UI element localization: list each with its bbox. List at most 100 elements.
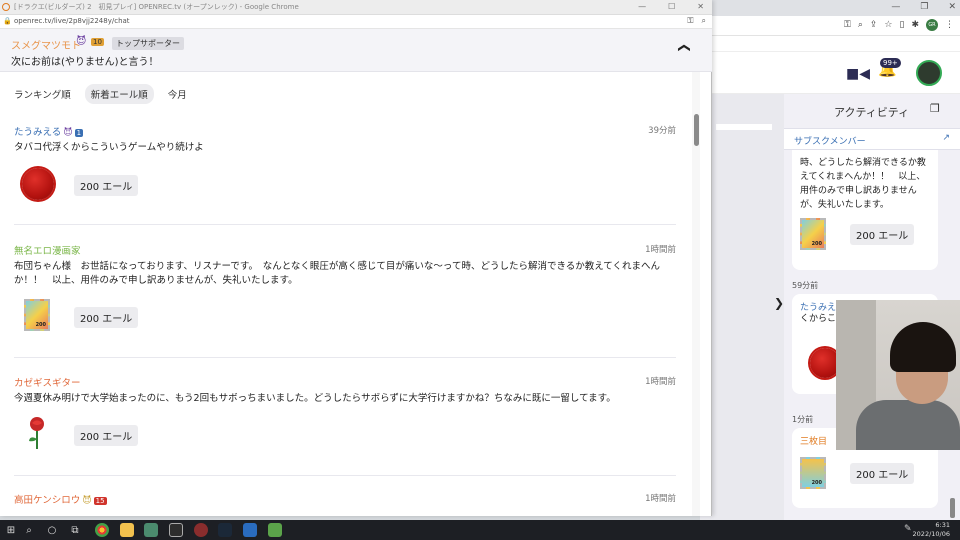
- user-avatar[interactable]: [916, 60, 942, 86]
- entry-username[interactable]: カゼギスギター: [14, 375, 81, 389]
- stamp-icon: 200: [24, 299, 50, 331]
- game-taskbar-icon[interactable]: [268, 523, 282, 537]
- entry-username-text: 高田ケンシロウ: [14, 495, 81, 506]
- popup-maximize-button[interactable]: ☐: [668, 2, 675, 11]
- pinned-level-badge: 10: [91, 38, 104, 46]
- notification-button[interactable]: 🔔 99+: [878, 58, 901, 78]
- search-icon[interactable]: ⌕: [22, 523, 36, 537]
- external-link-icon: ↗: [942, 133, 950, 143]
- entry-username[interactable]: 無名エロ漫画家: [14, 243, 81, 257]
- extension-icon[interactable]: ✱: [911, 20, 919, 30]
- gift-stamp: 200: [800, 218, 826, 250]
- divider: [716, 124, 772, 130]
- devil-badge-icon: 😈: [63, 127, 73, 138]
- popup-window-title: [ドラクエ(ビルダーズ) 2 初見プレイ] OPENREC.tv (オープンレッ…: [14, 3, 299, 11]
- bg-titlebar: — ❐ ✕: [700, 0, 960, 16]
- entry-text: タバコ代浮くからこういうゲームやり続けよ: [14, 142, 204, 153]
- notification-count-badge: 99+: [880, 58, 901, 68]
- site-header: ■◀ 🔔 99+: [700, 52, 960, 94]
- chrome-taskbar-icon[interactable]: [95, 523, 109, 537]
- popup-minimize-button[interactable]: —: [638, 2, 646, 11]
- popup-close-button[interactable]: ✕: [697, 2, 704, 11]
- rose-icon: [29, 417, 44, 449]
- app-taskbar-icon[interactable]: [243, 523, 257, 537]
- entry-level-badge: 15: [93, 496, 107, 505]
- steam-taskbar-icon[interactable]: [218, 523, 232, 537]
- popup-url-icons: ⚿ ⌕: [687, 16, 706, 26]
- menu-kebab-icon[interactable]: ⋮: [945, 20, 954, 30]
- gift-amount: 200 エール: [850, 223, 915, 245]
- stamp-icon: 200: [800, 218, 826, 250]
- activity-gift: 200 200 エール: [800, 218, 930, 250]
- webcam-overlay: [836, 300, 960, 450]
- popout-icon[interactable]: ❐: [930, 102, 940, 115]
- clock-date: 2022/10/06: [912, 530, 950, 538]
- top-supporter-badge: トップサポーター: [112, 37, 184, 50]
- stamp-value: 200: [811, 480, 822, 486]
- scrollbar-thumb[interactable]: [694, 114, 699, 146]
- bg-toolbar: ⚿ ⌕ ⇪ ☆ ▯ ✱ GR ⋮: [700, 16, 960, 36]
- sort-tabs: ランキング順 新着エール順 今月: [8, 84, 193, 104]
- entry-text: 今週夏休み明けで大学始まったのに、もう2回もサボっちまいました。どうしたらサボら…: [14, 393, 616, 404]
- gift-amount: 200 エール: [850, 462, 915, 484]
- entry-username[interactable]: 高田ケンシロウ 😈 15: [14, 492, 107, 506]
- webcam-person-body: [856, 400, 960, 450]
- tab-ranking[interactable]: ランキング順: [8, 84, 77, 104]
- bg-toolbar-icons: ⚿ ⌕ ⇪ ☆ ▯ ✱ GR ⋮: [844, 19, 954, 31]
- cortana-icon[interactable]: ○: [45, 523, 59, 537]
- stream-area: ❮ ❯: [700, 94, 784, 520]
- app-taskbar-icon[interactable]: [169, 523, 183, 537]
- webcam-person-hair: [890, 322, 956, 372]
- zoom-icon[interactable]: ⌕: [702, 16, 706, 26]
- popup-url[interactable]: openrec.tv/live/2p8vjj2248y/chat: [14, 17, 130, 25]
- divider: [14, 475, 676, 476]
- key-icon[interactable]: ⚿: [687, 16, 693, 26]
- bg-maximize-button[interactable]: ❐: [920, 2, 928, 12]
- entry-text: 布団ちゃん様 お世話になっております、リスナーです。 なんとなく眼圧が高く感じて…: [14, 261, 661, 286]
- pinned-message: 次にお前は(やりません)と言う！: [11, 57, 159, 68]
- windows-start-icon[interactable]: ⊞: [4, 523, 18, 537]
- explorer-taskbar-icon[interactable]: [120, 523, 134, 537]
- bg-minimize-button[interactable]: —: [891, 2, 900, 12]
- tab-this-month[interactable]: 今月: [162, 84, 193, 104]
- bookmarks-bar: [700, 36, 960, 52]
- stamp-icon: 200: [800, 457, 826, 489]
- sidepanel-icon[interactable]: ▯: [900, 20, 905, 30]
- task-view-icon[interactable]: ⧉: [68, 523, 82, 537]
- video-camera-icon[interactable]: ■◀: [846, 66, 870, 82]
- stamp-value: 200: [35, 322, 46, 328]
- chevron-up-icon[interactable]: ❯: [676, 43, 690, 53]
- key-icon[interactable]: ⚿: [844, 20, 851, 30]
- lock-icon[interactable]: 🔒: [3, 17, 12, 25]
- scrollbar-thumb[interactable]: [950, 498, 955, 518]
- pinned-username[interactable]: スメグマツモト: [11, 37, 81, 52]
- pen-tray-icon[interactable]: ✎: [904, 524, 912, 534]
- activity-card: 時、どうしたら解消できるか教えてくれまへんか！！ 以上、用件のみで申し訳ありませ…: [792, 150, 938, 270]
- obs-taskbar-icon[interactable]: [194, 523, 208, 537]
- profile-icon[interactable]: GR: [926, 19, 938, 31]
- openrec-favicon-icon: [2, 3, 10, 11]
- seal-icon: [22, 168, 54, 200]
- gift-amount: 200 エール: [74, 175, 139, 196]
- app-taskbar-icon[interactable]: [144, 523, 158, 537]
- share-icon[interactable]: ⇪: [870, 20, 878, 30]
- entry-time: 1時間前: [645, 377, 676, 387]
- yell-entry: たうみえる 😈 1 39分前 タバコ代浮くからこういうゲームやり続けよ 200 エー…: [14, 124, 676, 225]
- entry-username[interactable]: たうみえる 😈 1: [14, 124, 84, 138]
- bg-close-button[interactable]: ✕: [948, 2, 956, 12]
- entry-username-text: たうみえる: [14, 127, 62, 138]
- activity-title: アクティビティ: [834, 106, 910, 119]
- divider: [14, 224, 676, 225]
- tab-newest[interactable]: 新着エール順: [84, 84, 154, 104]
- zoom-icon[interactable]: ⌕: [858, 20, 863, 30]
- activity-header: アクティビティ ❐: [784, 94, 960, 126]
- clock-time: 6:31: [935, 521, 950, 529]
- bookmark-star-icon[interactable]: ☆: [884, 20, 892, 30]
- chevron-right-icon[interactable]: ❯: [774, 296, 784, 310]
- activity-time: 59分前: [792, 281, 819, 290]
- yell-entry: 無名エロ漫画家 1時間前 布団ちゃん様 お世話になっております、リスナーです。 …: [14, 243, 676, 358]
- taskbar-clock[interactable]: 6:31 2022/10/06: [913, 521, 950, 539]
- popup-titlebar: [ドラクエ(ビルダーズ) 2 初見プレイ] OPENREC.tv (オープンレッ…: [0, 0, 712, 15]
- sub-members-link[interactable]: サブスクメンバー ↗: [784, 128, 960, 150]
- stamp-value: 200: [811, 241, 822, 247]
